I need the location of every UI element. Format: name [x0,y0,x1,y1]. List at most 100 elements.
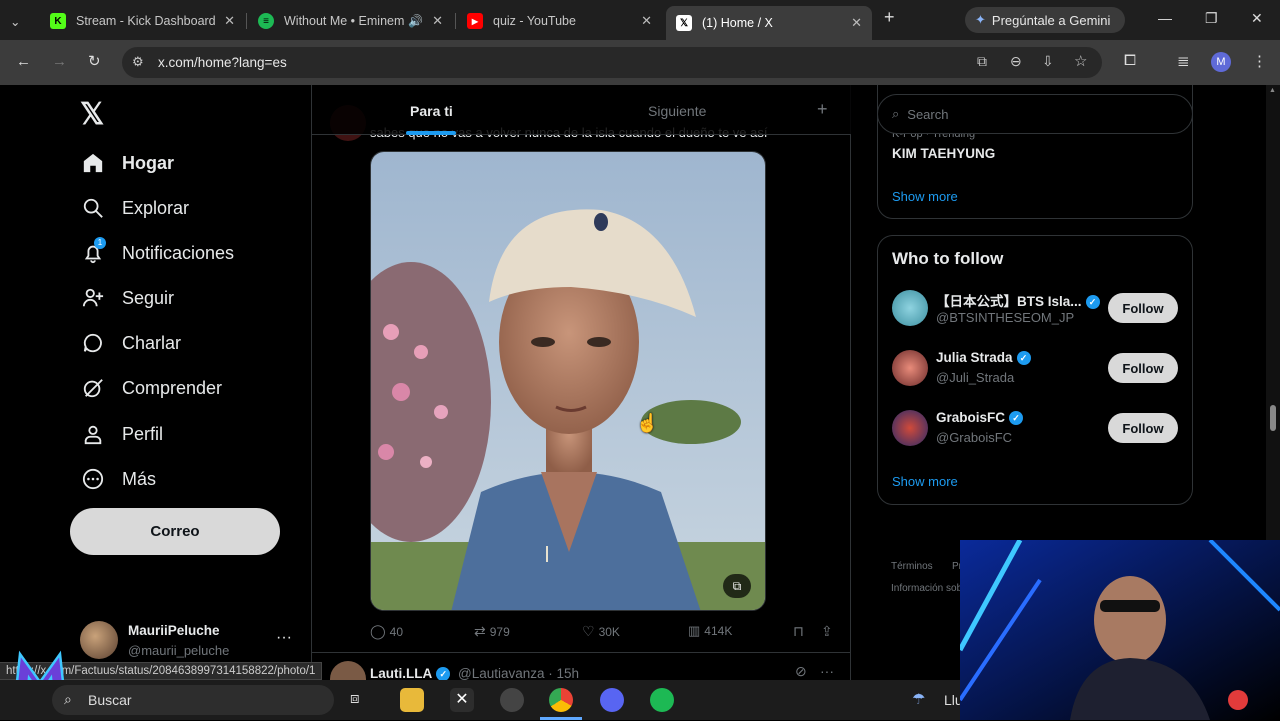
tab-youtube[interactable]: ▶ quiz - YouTube ✕ [457,6,662,36]
author-handle: @Lautiavanza [458,666,545,680]
nav-label: Comprender [122,377,223,398]
nav-more[interactable]: Más [80,466,156,492]
bookmark-star-icon[interactable]: ☆ [1074,52,1087,70]
translate-icon[interactable]: ⧉ [977,53,987,70]
bookmark-icon[interactable]: ⊓ [793,623,804,640]
like-button[interactable]: ♡ 30K [582,623,620,640]
chrome-icon[interactable] [549,688,573,712]
tab-kick[interactable]: K Stream - Kick Dashboard ✕ [40,6,245,36]
next-post-author[interactable]: Lauti.LLA ✓ @Lautiavanza · 15h [370,666,579,680]
verified-icon: ✓ [436,667,451,680]
like-count: 30K [598,624,620,639]
show-more-link[interactable]: Show more [892,474,958,489]
add-feed-icon[interactable]: + [817,99,828,120]
more-dots-icon[interactable]: ··· [820,663,834,679]
install-icon[interactable]: ⇩ [1042,53,1054,70]
search-icon: ⌕ [892,106,900,121]
nav-explore[interactable]: Explorar [80,195,189,221]
show-more-link[interactable]: Show more [892,189,958,204]
follow-button[interactable]: Follow [1108,353,1178,383]
account-name: Julia Strada ✓ [936,350,1031,366]
close-icon[interactable]: ✕ [851,15,862,31]
post-photo[interactable]: ⧉ [370,151,766,611]
scrollbar-thumb[interactable] [1270,405,1276,431]
nav-grok[interactable]: Comprender [80,375,222,401]
post-button[interactable]: Correo [70,508,280,555]
nav-profile[interactable]: Perfil [80,421,163,447]
nav-home[interactable]: Hogar [80,150,174,176]
follow-suggestion[interactable]: 【日本公式】BTS Isla... ✓ @BTSINTHESEOM_JP Foll… [892,288,1182,328]
views-button[interactable]: ▥ 414K [688,623,732,639]
nav-notifications[interactable]: 1 Notificaciones [80,237,235,266]
new-tab-button[interactable]: + [884,7,895,28]
taskbar-search-label: Buscar [88,692,132,708]
close-icon[interactable]: ✕ [432,13,443,29]
x-logo-icon[interactable]: 𝕏 [80,97,104,132]
site-info-icon[interactable]: ⚙ [132,54,144,70]
gemini-button[interactable]: ✦ Pregúntale a Gemini [965,7,1125,33]
account-name: 【日本公式】BTS Isla... ✓ [936,290,1100,310]
repost-button[interactable]: ⇄ 979 [474,623,510,640]
gemini-label: Pregúntale a Gemini [991,12,1111,28]
footer-link-terms[interactable]: Términos [891,561,933,572]
tab-search-button[interactable]: ⌄ [0,6,40,36]
forward-icon[interactable]: → [52,53,67,70]
who-to-follow-title: Who to follow [892,249,1004,268]
close-window-button[interactable]: ✕ [1251,10,1263,27]
grok-icon[interactable]: ⊘ [795,663,807,680]
search-input[interactable]: ⌕ Search [877,94,1193,134]
tab-x-home[interactable]: 𝕏 (1) Home / X ✕ [666,6,872,40]
nav-follow[interactable]: Seguir [80,285,174,311]
url-text[interactable]: x.com/home?lang=es [158,55,287,70]
footer-link-info[interactable]: Información sob [891,583,962,594]
scroll-up-icon[interactable]: ▲ [1269,87,1276,94]
extensions-icon[interactable]: ⧠ [1124,52,1136,69]
account-switcher[interactable]: MauriiPeluche @maurii_peluche ··· [80,621,300,661]
reload-icon[interactable]: ↻ [88,52,101,70]
media-control-icon[interactable]: ≣ [1177,52,1190,70]
profile-avatar[interactable]: M [1211,52,1231,72]
weather-icon[interactable]: ☂ [912,690,925,708]
active-tab-indicator [406,131,456,135]
task-view-icon[interactable]: ⧈ [350,690,360,707]
follow-button[interactable]: Follow [1108,413,1178,443]
address-bar[interactable]: ⚙ x.com/home?lang=es ⧉ ⊖ ⇩ ☆ [122,47,1102,78]
share-icon[interactable]: ⇪ [821,623,833,640]
account-handle: @GraboisFC [936,430,1013,445]
app-icon[interactable]: ✕ [450,688,474,712]
tab-following[interactable]: Siguiente [648,103,706,119]
file-explorer-icon[interactable] [400,688,424,712]
minimize-button[interactable]: — [1158,10,1172,26]
avatar [80,621,118,659]
nav-chat[interactable]: Charlar [80,330,181,356]
views-icon: ▥ [688,623,701,638]
follow-suggestion[interactable]: Julia Strada ✓ @Juli_Strada Follow [892,348,1182,388]
hand-cursor-icon: ☝ [636,413,659,433]
back-icon[interactable]: ← [16,53,31,70]
image-edit-icon[interactable]: ⧉ [723,574,751,598]
follow-suggestion[interactable]: GraboisFC ✓ @GraboisFC Follow [892,408,1182,448]
follow-button[interactable]: Follow [1108,293,1178,323]
tab-for-you[interactable]: Para ti [410,103,453,119]
tab-title: Without Me • Eminem [284,14,405,28]
trend-topic[interactable]: KIM TAEHYUNG [892,146,995,161]
more-dots-icon[interactable]: ··· [276,629,292,647]
discord-icon[interactable] [600,688,624,712]
reply-button[interactable]: ◯ 40 [370,623,403,640]
post-time: · 15h [548,666,580,680]
browser-toolbar: ← → ↻ ⚙ x.com/home?lang=es ⧉ ⊖ ⇩ ☆ ⧠ ≣ M… [0,40,1280,85]
spotify-icon[interactable] [650,688,674,712]
nav-label: Notificaciones [122,242,235,263]
close-icon[interactable]: ✕ [224,13,235,29]
avatar [892,350,928,386]
maximize-button[interactable]: ❐ [1205,10,1218,27]
taskbar-search[interactable]: ⌕ Buscar [52,685,334,715]
home-icon [80,150,106,176]
menu-icon[interactable]: ⋮ [1252,52,1267,70]
zoom-icon[interactable]: ⊖ [1010,53,1022,70]
obs-icon[interactable] [500,688,524,712]
nav-label: Charlar [122,332,182,353]
close-icon[interactable]: ✕ [641,13,652,29]
speaker-icon[interactable]: 🔊 [408,14,423,28]
tab-spotify[interactable]: ≡ Without Me • Eminem 🔊 ✕ [248,6,453,36]
